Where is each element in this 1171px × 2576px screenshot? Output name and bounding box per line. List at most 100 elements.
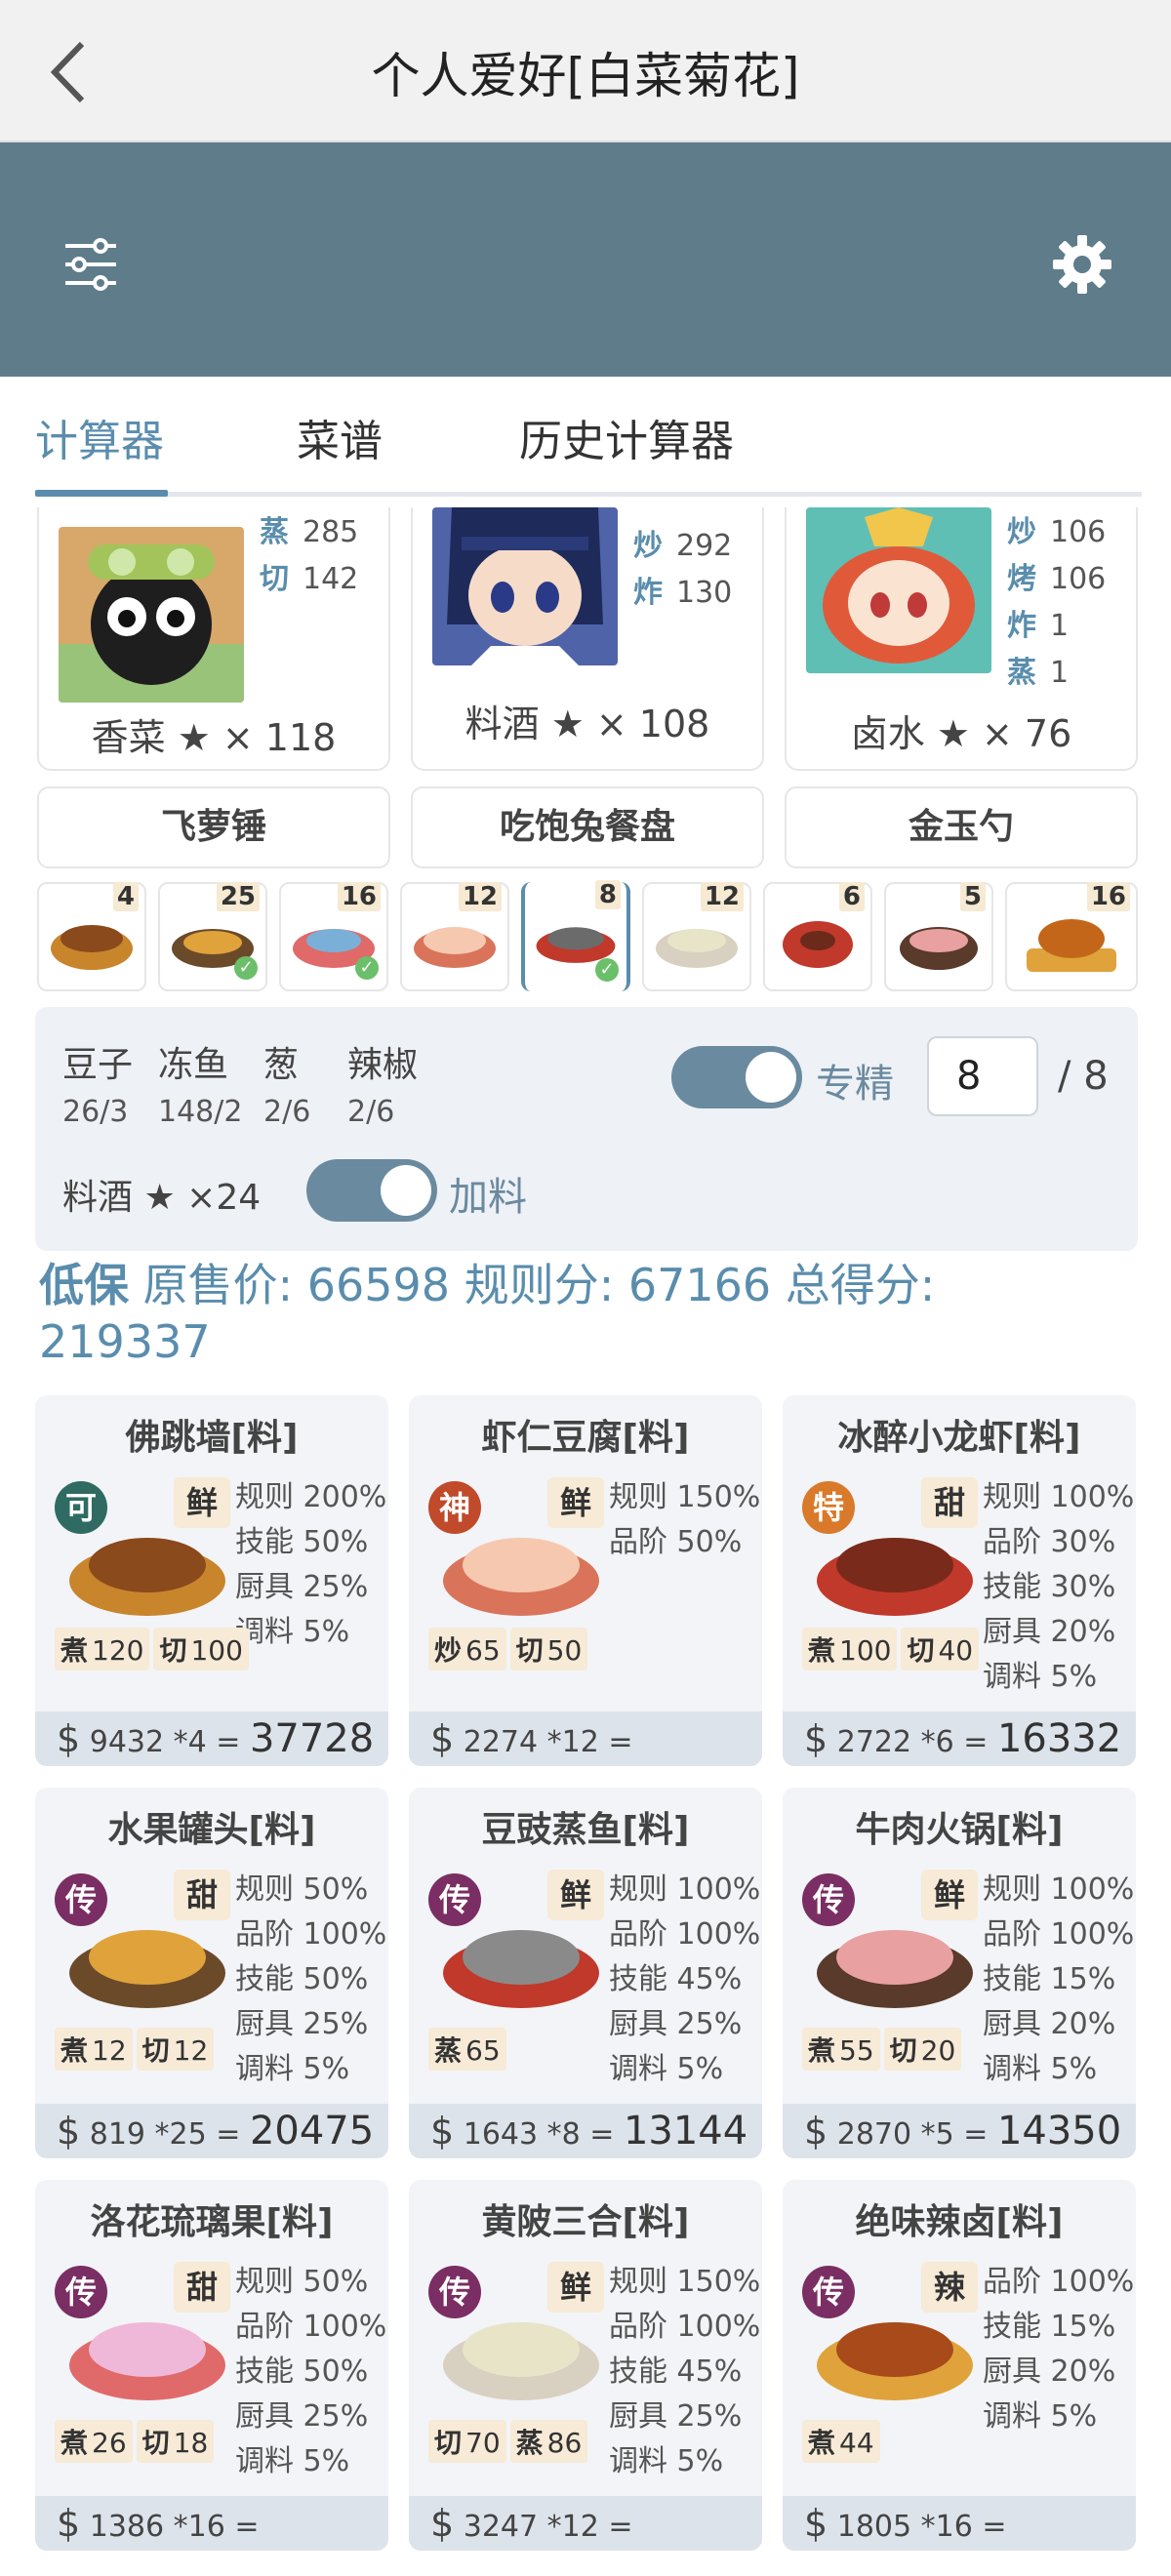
recipe-card[interactable]: 洛花琉璃果[料] 传 甜规则 50% 品阶 100% 技能 50% 厨具 25% 调料 5%…: [35, 2180, 388, 2551]
dish-slot[interactable]: 12: [642, 882, 751, 991]
dish-slot[interactable]: 4: [37, 882, 146, 991]
dish-slot[interactable]: 6: [763, 882, 872, 991]
chef-name: 香菜 ★ × 118: [91, 716, 337, 759]
dollar-icon: $: [57, 2502, 81, 2545]
skill-tag: 炒 65: [428, 1628, 506, 1670]
rarity-badge: 可: [55, 1481, 107, 1534]
recipe-card[interactable]: 黄陂三合[料] 传 鲜规则 150% 品阶 100% 技能 45% 厨具 25% 调料 5%…: [409, 2180, 762, 2551]
specialize-toggle[interactable]: [671, 1046, 802, 1108]
skill-tag: 切 70: [428, 2420, 506, 2463]
tab-recipes[interactable]: 菜谱: [297, 406, 383, 468]
bonus-list: 规则 50% 品阶 100% 技能 50% 厨具 25% 调料 5%: [235, 1868, 386, 2092]
skill-tag: 切 20: [883, 2028, 962, 2071]
equipment-button[interactable]: 飞萝锤: [37, 786, 390, 868]
dish-count: 4: [112, 882, 139, 911]
bonus-item: 技能 50%: [235, 1962, 369, 1996]
quantity: *4: [173, 1725, 207, 1759]
flavor-tag: 鲜: [547, 1477, 604, 1528]
summary-tag: 低保: [39, 1259, 129, 1311]
dollar-icon: $: [804, 2502, 828, 2545]
price-bar: $ 2274 *12 = 27288: [409, 1711, 762, 1766]
recipe-name: 牛肉火锅[料]: [855, 1810, 1064, 1850]
dish-count: 16: [337, 882, 381, 911]
dish-count: 5: [959, 882, 986, 911]
recipe-card[interactable]: 牛肉火锅[料] 传 鲜规则 100% 品阶 100% 技能 15% 厨具 20% 调料 5%…: [783, 1788, 1136, 2158]
summary-scores: 原售价: 66598 规则分: 67166 总得分:: [142, 1259, 936, 1311]
equipment-button[interactable]: 吃饱兔餐盘: [411, 786, 764, 868]
recipe-name: 冰醉小龙虾[料]: [837, 1418, 1081, 1458]
bonus-item: 厨具 25%: [235, 1570, 369, 1604]
bonus-item: 调料 5%: [609, 2444, 724, 2478]
bonus-item: 技能 45%: [609, 2355, 743, 2389]
tab-indicator: [35, 490, 168, 497]
specialize-input[interactable]: 8: [927, 1036, 1038, 1116]
dollar-icon: $: [804, 1717, 828, 1760]
recipe-card[interactable]: 水果罐头[料] 传 甜规则 50% 品阶 100% 技能 50% 厨具 25% 调料 5% 煮…: [35, 1788, 388, 2158]
price-bar: $ 1386 *16 = 22176: [35, 2496, 388, 2551]
skill-requirements: 煮 44: [802, 2420, 884, 2463]
tab-divider: [35, 492, 1142, 497]
bonus-list: 规则 150% 品阶 50%: [609, 1475, 760, 1565]
chef-avatar: [432, 507, 618, 665]
dish-slot-selected[interactable]: 8 ✓: [521, 880, 630, 991]
chef-avatar: [59, 527, 244, 703]
chef-avatar: [806, 507, 991, 673]
page-title: 个人爱好[白菜菊花]: [371, 48, 800, 104]
bonus-item: 规则 100%: [983, 1480, 1135, 1514]
settings-button[interactable]: [1048, 230, 1116, 299]
rarity-badge: 传: [428, 2266, 481, 2318]
recipe-name: 绝味辣卤[料]: [855, 2202, 1064, 2242]
equipment-button[interactable]: 金玉勺: [785, 786, 1138, 868]
price-bar: $ 1643 *8 = 13144: [409, 2104, 762, 2158]
ingredient-item: 葱 2/6: [263, 1045, 311, 1129]
bonus-item: 厨具 20%: [983, 2007, 1116, 2041]
skill-requirements: 煮 100 切 40: [802, 1628, 983, 1670]
recipe-card[interactable]: 冰醉小龙虾[料] 特 甜规则 100% 品阶 30% 技能 30% 厨具 20% 调料 5%…: [783, 1395, 1136, 1766]
bonus-item: 调料 5%: [235, 1615, 350, 1649]
dollar-icon: $: [430, 2110, 455, 2153]
unit-price: 1643: [463, 2117, 539, 2152]
unit-price: 2274: [463, 1725, 539, 1759]
bonus-item: 品阶 100%: [983, 2265, 1135, 2299]
price-total: 13144: [623, 2109, 748, 2153]
unit-price: 2722: [836, 1725, 912, 1759]
quantity: *12: [546, 2510, 599, 2544]
dollar-icon: $: [57, 1717, 81, 1760]
recipe-card[interactable]: 豆豉蒸鱼[料] 传 鲜规则 100% 品阶 100% 技能 45% 厨具 25% 调料 5%…: [409, 1788, 762, 2158]
chef-card[interactable]: 炒 292 炸 130 料酒 ★ × 108: [411, 507, 764, 771]
recipe-card[interactable]: 绝味辣卤[料] 传 辣品阶 100% 技能 15% 厨具 20% 调料 5% 煮 44 $ 18…: [783, 2180, 1136, 2551]
dish-count: 12: [458, 882, 502, 911]
rarity-badge: 传: [428, 1873, 481, 1926]
chef-card[interactable]: 炒 106 烤 106 炸1 蒸1 卤水 ★ × 76: [785, 507, 1138, 771]
rarity-badge: 传: [802, 1873, 855, 1926]
dish-slot[interactable]: 12: [400, 882, 509, 991]
price-bar: $ 2870 *5 = 14350: [783, 2104, 1136, 2158]
bonus-list: 品阶 100% 技能 15% 厨具 20% 调料 5%: [983, 2260, 1134, 2439]
quantity: *6: [920, 1725, 954, 1759]
recipe-name: 黄陂三合[料]: [481, 2202, 690, 2242]
bonus-item: 调料 5%: [609, 2052, 724, 2086]
skill-tag: 蒸 86: [509, 2420, 588, 2463]
add-seasoning-toggle[interactable]: [306, 1159, 437, 1222]
skill-requirements: 煮 120 切 100: [55, 1628, 253, 1670]
dish-slot[interactable]: 16 ✓: [279, 882, 388, 991]
check-icon: ✓: [595, 958, 619, 982]
recipe-name: 虾仁豆腐[料]: [481, 1418, 690, 1458]
dish-slot[interactable]: 25 ✓: [158, 882, 267, 991]
tab-calculator[interactable]: 计算器: [35, 406, 164, 468]
dish-slot[interactable]: 16: [1005, 882, 1138, 991]
recipe-card[interactable]: 佛跳墙[料] 可鲜规则 200% 技能 50% 厨具 25% 调料 5% 煮 120 切 100…: [35, 1395, 388, 1766]
skill-requirements: 煮 26 切 18: [55, 2420, 218, 2463]
skill-tag: 煮 120: [55, 1628, 150, 1670]
sliders-icon: [65, 238, 116, 291]
summary-total: 219337: [39, 1315, 211, 1368]
chef-skill: 切 142: [260, 562, 359, 596]
recipe-card[interactable]: 虾仁豆腐[料] 神 鲜规则 150% 品阶 50% 炒 65 切 50 $ 2274 *12 =…: [409, 1395, 762, 1766]
chef-card[interactable]: 蒸 285 切 142 香菜 ★ × 118: [37, 507, 390, 771]
tab-history-calculator[interactable]: 历史计算器: [519, 406, 734, 468]
bonus-list: 规则 50% 品阶 100% 技能 50% 厨具 25% 调料 5%: [235, 2260, 386, 2484]
price-bar: $ 9432 *4 = 37728: [35, 1711, 388, 1766]
dish-slot[interactable]: 5: [884, 882, 993, 991]
unit-price: 1805: [836, 2510, 912, 2544]
filter-button[interactable]: [57, 230, 125, 299]
